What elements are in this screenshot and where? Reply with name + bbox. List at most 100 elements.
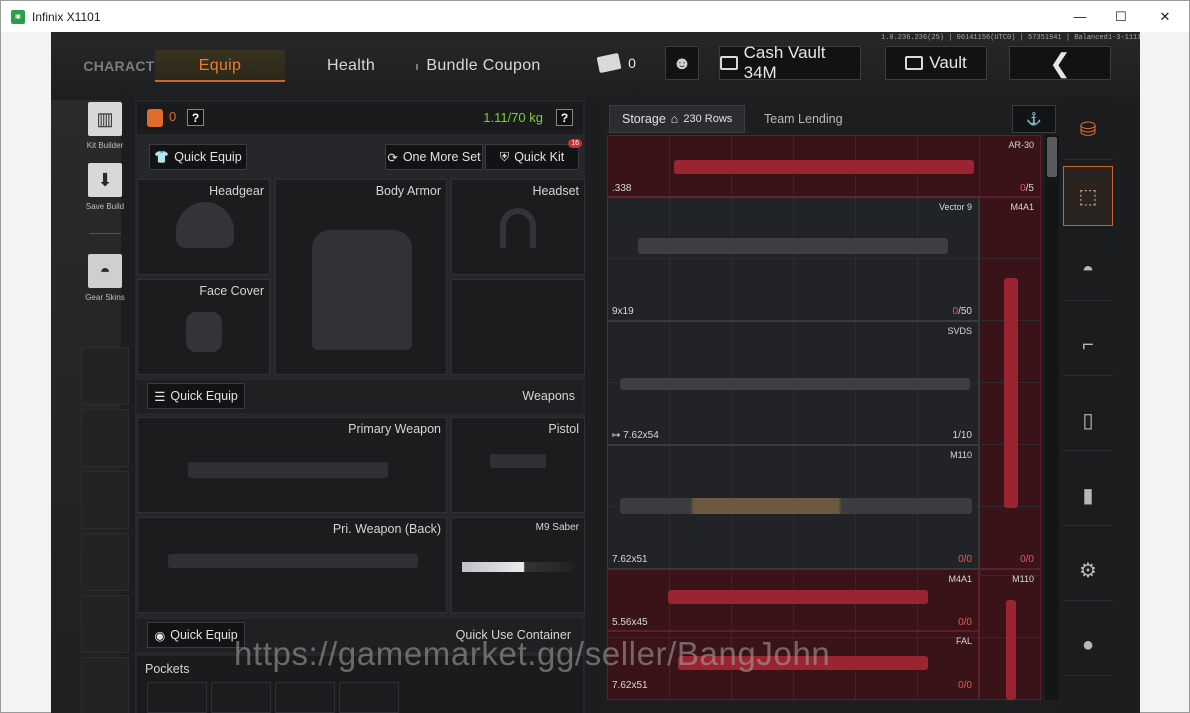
storage-item[interactable]: SVDS ↦ 7.62x54 1/10 xyxy=(607,321,979,445)
storage-grid: AR-30 .338 0/5 Vector 9 9x19 0/50 M4A1 0… xyxy=(607,135,1041,700)
magazine-icon: ▯ xyxy=(1082,410,1094,432)
tab-equip[interactable]: Equip xyxy=(155,50,285,82)
download-icon: ⬇ xyxy=(88,163,122,197)
category-attachments[interactable]: ⚙ xyxy=(1063,541,1113,601)
face-cover-slot[interactable]: Face Cover xyxy=(137,279,270,375)
empty-gear-slot[interactable] xyxy=(451,279,585,375)
bullet-icon: ▮ xyxy=(1082,485,1094,507)
helmet-icon: ◓ xyxy=(88,254,122,288)
body-armor-slot[interactable]: Body Armor xyxy=(275,179,447,375)
item-count-rest: /5 xyxy=(1025,183,1034,194)
version-text: 1.0.236.236(25) | 06141156(UTC0) | 57351… xyxy=(881,34,1140,42)
rifle-silhouette-icon xyxy=(188,462,388,478)
scrollbar-thumb[interactable] xyxy=(1047,137,1057,177)
headset-slot[interactable]: Headset xyxy=(451,179,585,275)
rifle-vertical-icon xyxy=(1006,600,1016,700)
pocket-slot[interactable] xyxy=(211,682,271,713)
item-count: 0/5 xyxy=(1020,183,1034,194)
vault-button[interactable]: Vault xyxy=(885,46,987,80)
pockets-title: Pockets xyxy=(145,662,190,676)
category-weapons[interactable]: ⌐ xyxy=(1063,316,1113,376)
game-viewport: 1.0.236.236(25) | 06141156(UTC0) | 57351… xyxy=(51,32,1140,713)
category-bar: ⛁ ⬚ ◓ ⌐ ▯ ▮ ⚙ ● xyxy=(1063,100,1113,713)
category-magazines[interactable]: ▯ xyxy=(1063,391,1113,451)
maximize-button[interactable]: ☐ xyxy=(1098,1,1144,32)
item-count: 0/0 xyxy=(958,554,972,565)
quick-equip-weapons-button[interactable]: ☰ Quick Equip xyxy=(147,383,245,409)
melee-label: M9 Saber xyxy=(535,522,579,533)
home-icon: ⌂ xyxy=(670,112,679,126)
item-name: M4A1 xyxy=(1010,202,1034,212)
quick-kit-badge: 16 xyxy=(568,139,582,148)
armor-icon xyxy=(147,109,163,127)
headgear-slot[interactable]: Headgear xyxy=(137,179,270,275)
storage-item[interactable]: AR-30 .338 0/5 xyxy=(607,135,1041,197)
pocket-slot[interactable] xyxy=(147,682,207,713)
quick-equip-container-button[interactable]: ◉ Quick Equip xyxy=(147,622,245,648)
weapons-header: ☰ Quick Equip Weapons xyxy=(137,380,583,413)
item-name: Vector 9 xyxy=(938,202,972,212)
storage-item[interactable]: M4A1 5.56x45 0/0 xyxy=(607,569,979,631)
tab-team-lending[interactable]: Team Lending xyxy=(752,105,855,133)
window-title: Infinix X1101 xyxy=(32,9,101,24)
storage-item[interactable]: M4A1 0/0 xyxy=(979,197,1041,569)
shield-icon: ⛨ xyxy=(499,149,510,164)
helmet-silhouette-icon xyxy=(176,202,234,248)
category-equipment[interactable]: ⬚ xyxy=(1063,166,1113,226)
gear-skins-button[interactable]: ◓ Gear Skins xyxy=(81,254,129,302)
sort-button[interactable]: ⚓ xyxy=(1012,105,1056,133)
ticket-icon xyxy=(596,52,622,74)
carbine-icon xyxy=(668,590,928,604)
help-icon[interactable]: ? xyxy=(187,109,204,126)
category-grenades[interactable]: ● xyxy=(1063,616,1113,676)
pistol-slot[interactable]: Pistol xyxy=(451,417,585,513)
mask-icon: ◉ xyxy=(154,628,166,643)
cash-vault-label: Cash Vault 34M xyxy=(743,43,826,82)
m110-rifle-icon xyxy=(620,498,972,514)
vault-icon xyxy=(905,56,924,70)
item-count: 0/0 xyxy=(958,680,972,691)
one-more-set-button[interactable]: ⟳ One More Set xyxy=(385,144,483,170)
item-name: M110 xyxy=(1012,574,1034,584)
game-topbar: 1.0.236.236(25) | 06141156(UTC0) | 57351… xyxy=(51,32,1140,100)
cash-vault-button[interactable]: Cash Vault 34M xyxy=(719,43,861,82)
tab-bundle-coupon[interactable]: Bundle Coupon xyxy=(421,50,546,82)
item-count: 0/0 xyxy=(1020,554,1034,565)
primary-weapon-label: Primary Weapon xyxy=(348,422,441,436)
save-build-button[interactable]: ⬇ Save Build xyxy=(81,163,129,211)
category-ammo[interactable]: ▮ xyxy=(1063,466,1113,526)
storage-item[interactable]: Vector 9 9x19 0/50 xyxy=(607,197,979,321)
primary-weapon-slot[interactable]: Primary Weapon xyxy=(137,417,447,513)
tab-storage[interactable]: Storage ⌂ 230 Rows xyxy=(609,105,746,133)
sidebar-divider xyxy=(89,233,121,234)
pocket-slot[interactable] xyxy=(275,682,335,713)
quick-kit-button[interactable]: ⛨ Quick Kit 16 xyxy=(485,139,582,170)
pocket-slot[interactable] xyxy=(339,682,399,713)
category-all[interactable]: ⛁ xyxy=(1063,100,1113,160)
category-helmets[interactable]: ◓ xyxy=(1063,241,1113,301)
primary-weapon-back-slot[interactable]: Pri. Weapon (Back) xyxy=(137,517,447,613)
equip-header: 0 ? 1.11/70 kg ? xyxy=(137,102,583,134)
close-button[interactable]: ✕ xyxy=(1142,1,1188,32)
avatar-button[interactable]: ☻ xyxy=(665,46,699,80)
melee-slot[interactable]: M9 Saber xyxy=(451,517,585,613)
minimize-button[interactable]: — xyxy=(1057,1,1103,32)
storage-scrollbar[interactable] xyxy=(1045,135,1059,700)
quick-equip-gear-button[interactable]: 👕 Quick Equip xyxy=(149,144,247,170)
back-button[interactable]: ❮ xyxy=(1009,46,1111,80)
kit-builder-button[interactable]: ▥ Kit Builder xyxy=(81,102,129,150)
armor-count: 0 xyxy=(169,109,177,124)
gear-skins-label: Gear Skins xyxy=(85,293,125,302)
item-caliber: .338 xyxy=(612,183,632,194)
empty-slot xyxy=(81,595,129,653)
storage-item[interactable]: M110 7.62x51 0/0 xyxy=(607,445,979,569)
storage-item[interactable]: M110 xyxy=(979,569,1041,700)
wallet-icon xyxy=(720,56,738,70)
tab-health[interactable]: Health xyxy=(301,50,401,82)
grenade-icon: ● xyxy=(1081,634,1095,656)
item-name: M4A1 xyxy=(948,574,972,584)
ticket-counter[interactable]: 0 xyxy=(591,46,643,80)
weight-help-icon[interactable]: ? xyxy=(556,109,573,126)
pistol-silhouette-icon xyxy=(490,454,546,468)
app-icon: ▣ xyxy=(11,9,25,24)
